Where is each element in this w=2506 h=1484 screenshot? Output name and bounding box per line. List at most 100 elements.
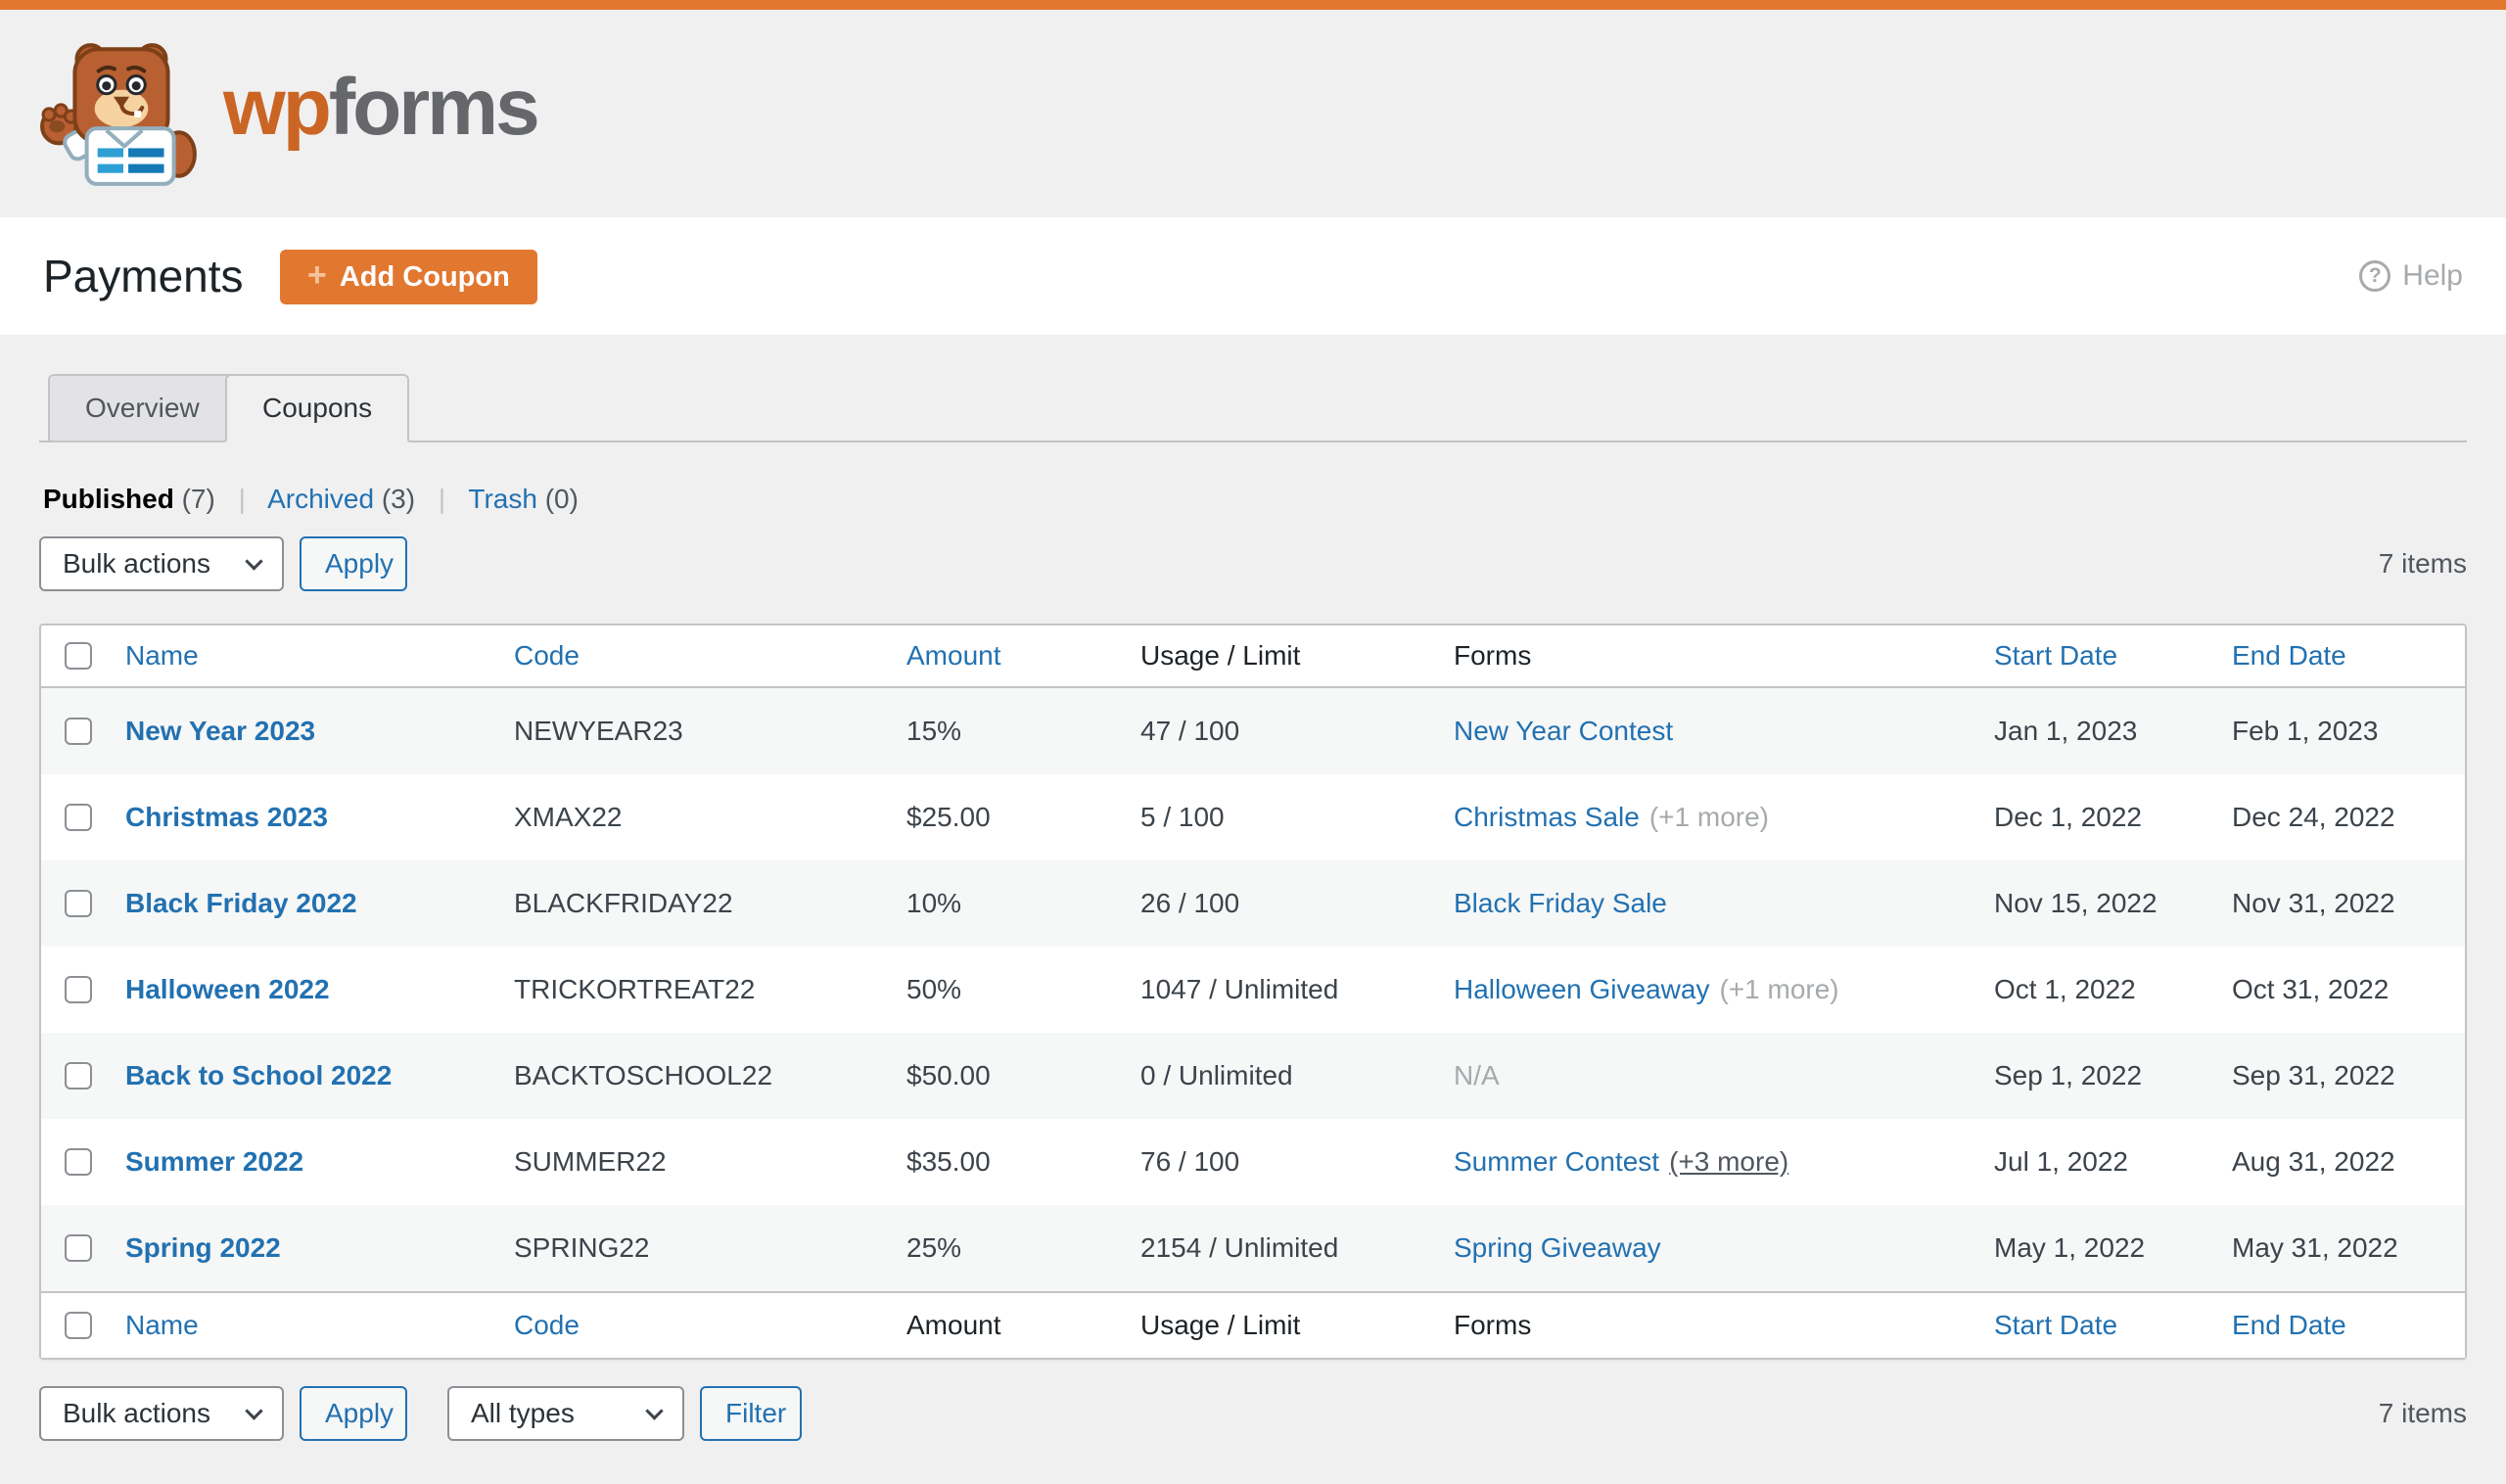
coupon-usage: 0 / Unlimited [1119,1033,1432,1119]
type-filter-select[interactable]: All types [447,1386,684,1441]
coupon-amount: $50.00 [885,1033,1119,1119]
coupon-name-link[interactable]: Black Friday 2022 [125,888,357,918]
coupon-amount: 15% [885,688,1119,774]
sort-start-date[interactable]: Start Date [1994,1310,2117,1340]
sort-end-date[interactable]: End Date [2232,640,2346,671]
sort-start-date[interactable]: Start Date [1994,640,2117,671]
form-link[interactable]: Black Friday Sale [1454,888,1667,918]
coupon-usage: 5 / 100 [1140,802,1225,832]
table-row: Christmas 2023 XMAX22 $25.00 5 / 100 Chr… [41,774,2465,860]
table-row: New Year 2023 NEWYEAR23 15% 47 / 100 New… [41,688,2465,774]
help-label: Help [2402,259,2463,292]
view-filter-links: Published (7) | Archived (3) | Trash (0) [43,484,579,515]
bulk-actions-select[interactable]: Bulk actions [39,1386,284,1441]
add-coupon-button[interactable]: + Add Coupon [280,250,537,304]
coupon-name-link[interactable]: Back to School 2022 [125,1060,392,1090]
wordmark-wp: wp [223,63,332,152]
coupon-usage: 2154 / Unlimited [1119,1205,1432,1291]
start-date: Nov 15, 2022 [1972,860,2210,947]
form-link[interactable]: New Year Contest [1454,716,1673,746]
coupon-amount: $35.00 [906,1146,991,1177]
table-row: Back to School 2022 BACKTOSCHOOL22 $50.0… [41,1033,2465,1119]
table-row: Spring 2022 SPRING22 25% 2154 / Unlimite… [41,1205,2465,1291]
view-trash[interactable]: Trash [468,484,537,514]
start-date: Oct 1, 2022 [1994,974,2136,1004]
table-row: Summer 2022 SUMMER22 $35.00 76 / 100 Sum… [41,1119,2465,1205]
tab-coupons[interactable]: Coupons [225,374,410,442]
start-date: May 1, 2022 [1972,1205,2210,1291]
chevron-down-icon [245,551,263,571]
form-link[interactable]: Spring Giveaway [1454,1232,1661,1263]
coupon-name-link[interactable]: New Year 2023 [125,716,315,746]
coupon-name-link[interactable]: Summer 2022 [125,1146,303,1177]
select-all-checkbox[interactable] [65,1312,92,1339]
coupon-amount: $25.00 [906,802,991,832]
form-link[interactable]: Summer Contest [1454,1146,1659,1177]
chevron-down-icon [645,1401,664,1420]
footer-forms: Forms [1432,1291,1972,1358]
coupon-usage: 76 / 100 [1140,1146,1240,1177]
row-checkbox[interactable] [65,890,92,917]
coupon-code: BLACKFRIDAY22 [492,860,885,947]
page-title: Payments [43,251,244,301]
table-row: Halloween 2022 TRICKORTREAT22 50% 1047 /… [41,947,2465,1033]
sort-name[interactable]: Name [125,1310,199,1340]
row-checkbox[interactable] [65,804,92,831]
row-checkbox[interactable] [65,976,92,1003]
view-published[interactable]: Published [43,484,174,514]
sort-name[interactable]: Name [125,640,199,671]
end-date: May 31, 2022 [2210,1205,2465,1291]
top-toolbar: Bulk actions Apply 7 items [39,536,2467,591]
forms-na-value: N/A [1454,1060,1500,1090]
forms-extra-count: (+1 more) [1648,802,1769,832]
start-date: Dec 1, 2022 [1994,802,2142,832]
tab-bar: Overview Coupons [39,374,2467,442]
end-date: Aug 31, 2022 [2232,1146,2395,1177]
coupon-code: SPRING22 [492,1205,885,1291]
coupon-code: NEWYEAR23 [492,688,885,774]
chevron-down-icon [245,1401,263,1420]
separator: | [238,484,246,514]
view-trash-count: (0) [544,484,579,514]
plus-icon: + [307,256,327,294]
sort-code[interactable]: Code [514,640,580,671]
sort-amount[interactable]: Amount [906,640,1001,671]
start-date: Sep 1, 2022 [1972,1033,2210,1119]
table-footer-row: Name Code Amount Usage / Limit Forms Sta… [41,1291,2465,1358]
apply-button[interactable]: Apply [300,536,407,591]
bulk-actions-select[interactable]: Bulk actions [39,536,284,591]
coupon-name-link[interactable]: Halloween 2022 [125,974,330,1004]
row-checkbox[interactable] [65,1148,92,1176]
coupon-code: BACKTOSCHOOL22 [492,1033,885,1119]
form-link[interactable]: Christmas Sale [1454,802,1640,832]
bulk-actions-value: Bulk actions [63,548,210,579]
view-archived[interactable]: Archived [267,484,374,514]
forms-more-link[interactable]: (+3 more) [1669,1146,1788,1177]
add-coupon-label: Add Coupon [339,260,510,293]
coupon-name-link[interactable]: Spring 2022 [125,1232,281,1263]
row-checkbox[interactable] [65,718,92,745]
help-link[interactable]: Help [2359,217,2463,335]
coupon-usage: 47 / 100 [1119,688,1432,774]
coupon-usage: 1047 / Unlimited [1140,974,1339,1004]
row-checkbox[interactable] [65,1234,92,1262]
select-all-checkbox[interactable] [65,642,92,670]
coupon-usage: 26 / 100 [1119,860,1432,947]
apply-button[interactable]: Apply [300,1386,407,1441]
view-published-count: (7) [181,484,215,514]
coupon-code: XMAX22 [514,802,623,832]
separator: | [438,484,446,514]
coupon-code: SUMMER22 [514,1146,667,1177]
header-usage-limit: Usage / Limit [1119,626,1432,688]
sort-code[interactable]: Code [514,1310,580,1340]
view-archived-count: (3) [381,484,416,514]
tab-overview[interactable]: Overview [48,374,237,442]
sort-end-date[interactable]: End Date [2232,1310,2346,1340]
form-link[interactable]: Halloween Giveaway [1454,974,1709,1004]
coupon-name-link[interactable]: Christmas 2023 [125,802,328,832]
coupon-code: TRICKORTREAT22 [514,974,756,1004]
filter-button[interactable]: Filter [700,1386,802,1441]
wpforms-wordmark: wpforms [223,62,540,154]
logo-header: wpforms [0,10,2506,217]
row-checkbox[interactable] [65,1062,92,1090]
